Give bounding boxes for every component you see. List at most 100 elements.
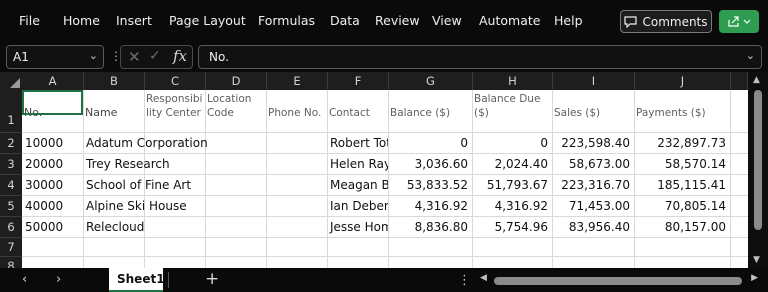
row-header-5[interactable]: 5 [0, 196, 22, 217]
menu-data[interactable]: Data [330, 13, 360, 28]
cell-a3[interactable]: 20000 [22, 154, 83, 174]
cell-f3[interactable]: Helen Ray [327, 154, 388, 174]
column-header-f[interactable]: F [328, 72, 389, 90]
cell-a5[interactable]: 40000 [22, 196, 83, 216]
column-header-e[interactable]: E [267, 72, 328, 90]
column-header-i[interactable]: I [553, 72, 635, 90]
menu-insert[interactable]: Insert [116, 13, 152, 28]
cell-j3[interactable]: 58,570.14 [634, 154, 730, 174]
more-options-icon[interactable]: ⋮ [110, 50, 122, 64]
vertical-scrollbar[interactable]: ▲ ▼ [748, 72, 768, 268]
menu-formulas[interactable]: Formulas [258, 13, 315, 28]
header-cell-name[interactable]: Name [83, 106, 144, 120]
cell-j2[interactable]: 232,897.73 [634, 133, 730, 153]
column-header-g[interactable]: G [389, 72, 473, 90]
menu-review[interactable]: Review [375, 13, 420, 28]
cell-b5[interactable]: Alpine Ski House [83, 196, 327, 216]
cell-g4[interactable]: 53,833.52 [388, 175, 472, 195]
cell-i6[interactable]: 83,956.40 [552, 217, 634, 237]
column-header-next[interactable] [731, 72, 748, 90]
cell-b6[interactable]: Relecloud [83, 217, 327, 237]
cell-g2[interactable]: 0 [388, 133, 472, 153]
comments-button[interactable]: Comments [620, 10, 712, 33]
menu-page-layout[interactable]: Page Layout [169, 13, 246, 28]
column-header-a[interactable]: A [22, 72, 84, 90]
cell-j4[interactable]: 185,115.41 [634, 175, 730, 195]
cell-i3[interactable]: 58,673.00 [552, 154, 634, 174]
cell-h6[interactable]: 5,754.96 [472, 217, 552, 237]
cell-f2[interactable]: Robert Tot [327, 133, 388, 153]
cell-i5[interactable]: 71,453.00 [552, 196, 634, 216]
column-header-h[interactable]: H [473, 72, 553, 90]
header-cell-responsibility-center[interactable]: Responsibility Center [144, 92, 205, 120]
insert-function-icon[interactable]: fx [173, 47, 187, 65]
spreadsheet-grid[interactable]: A B C D E F G H I J 1 2 3 4 5 6 7 8 No. … [0, 72, 768, 268]
header-cell-phone-no[interactable]: Phone No. [266, 106, 327, 120]
column-header-b[interactable]: B [84, 72, 145, 90]
menu-home[interactable]: Home [63, 13, 100, 28]
cell-b2[interactable]: Adatum Corporation [83, 133, 327, 153]
active-cell-selection [22, 90, 83, 115]
select-all-corner[interactable] [0, 72, 22, 90]
row-header-2[interactable]: 2 [0, 133, 22, 154]
column-header-j[interactable]: J [635, 72, 731, 90]
add-sheet-button[interactable]: + [205, 269, 219, 289]
cell-j5[interactable]: 70,805.14 [634, 196, 730, 216]
check-icon[interactable]: ✓ [149, 48, 161, 64]
chevron-right-icon[interactable]: › [56, 272, 61, 287]
header-cell-sales[interactable]: Sales ($) [552, 106, 634, 120]
cell-b4[interactable]: School of Fine Art [83, 175, 327, 195]
cell-area[interactable]: No. Name Responsibility Center Location … [22, 90, 748, 268]
row-header-8[interactable]: 8 [0, 257, 22, 268]
cell-b3[interactable]: Trey Research [83, 154, 327, 174]
row-header-4[interactable]: 4 [0, 175, 22, 196]
header-cell-balance-due[interactable]: Balance Due ($) [472, 92, 552, 120]
horizontal-scrollbar[interactable]: ◀ ▶ [478, 273, 760, 287]
cell-h4[interactable]: 51,793.67 [472, 175, 552, 195]
cell-g6[interactable]: 8,836.80 [388, 217, 472, 237]
header-cell-payments[interactable]: Payments ($) [634, 106, 730, 120]
menu-automate[interactable]: Automate [479, 13, 540, 28]
row-header-7[interactable]: 7 [0, 238, 22, 257]
cell-f4[interactable]: Meagan B [327, 175, 388, 195]
scroll-right-icon[interactable]: ▶ [751, 273, 758, 283]
cell-a6[interactable]: 50000 [22, 217, 83, 237]
more-options-icon[interactable]: ⋮ [458, 273, 471, 288]
cell-f6[interactable]: Jesse Hom [327, 217, 388, 237]
cell-h2[interactable]: 0 [472, 133, 552, 153]
scroll-left-icon[interactable]: ◀ [480, 273, 487, 283]
scroll-up-icon[interactable]: ▲ [753, 75, 760, 85]
menu-file[interactable]: File [19, 13, 40, 28]
vertical-scroll-thumb[interactable] [754, 90, 762, 230]
chevron-down-icon[interactable]: ⌄ [89, 49, 98, 62]
cell-a2[interactable]: 10000 [22, 133, 83, 153]
share-button[interactable] [719, 10, 759, 33]
cell-j6[interactable]: 80,157.00 [634, 217, 730, 237]
formula-input[interactable]: No. ⌄ [198, 45, 762, 69]
row-header-1[interactable]: 1 [0, 90, 22, 133]
scroll-down-icon[interactable]: ▼ [753, 255, 760, 265]
row-header-3[interactable]: 3 [0, 154, 22, 175]
name-box[interactable]: A1 ⌄ [6, 45, 104, 69]
column-header-d[interactable]: D [206, 72, 267, 90]
horizontal-scroll-thumb[interactable] [494, 277, 742, 285]
chevron-left-icon[interactable]: ‹ [22, 272, 27, 287]
row-header-6[interactable]: 6 [0, 217, 22, 238]
menu-view[interactable]: View [432, 13, 462, 28]
cell-g3[interactable]: 3,036.60 [388, 154, 472, 174]
header-cell-balance[interactable]: Balance ($) [388, 106, 472, 120]
header-cell-location-code[interactable]: Location Code [205, 92, 266, 120]
cell-f5[interactable]: Ian Deber [327, 196, 388, 216]
menu-help[interactable]: Help [554, 13, 583, 28]
cell-h5[interactable]: 4,316.92 [472, 196, 552, 216]
sheet-tab[interactable]: Sheet1 [109, 268, 165, 292]
cell-a4[interactable]: 30000 [22, 175, 83, 195]
cancel-icon[interactable]: ✕ [128, 48, 141, 66]
chevron-down-icon[interactable]: ⌄ [746, 49, 755, 62]
cell-i2[interactable]: 223,598.40 [552, 133, 634, 153]
cell-g5[interactable]: 4,316.92 [388, 196, 472, 216]
column-header-c[interactable]: C [145, 72, 206, 90]
cell-i4[interactable]: 223,316.70 [552, 175, 634, 195]
header-cell-contact[interactable]: Contact [327, 106, 388, 120]
cell-h3[interactable]: 2,024.40 [472, 154, 552, 174]
